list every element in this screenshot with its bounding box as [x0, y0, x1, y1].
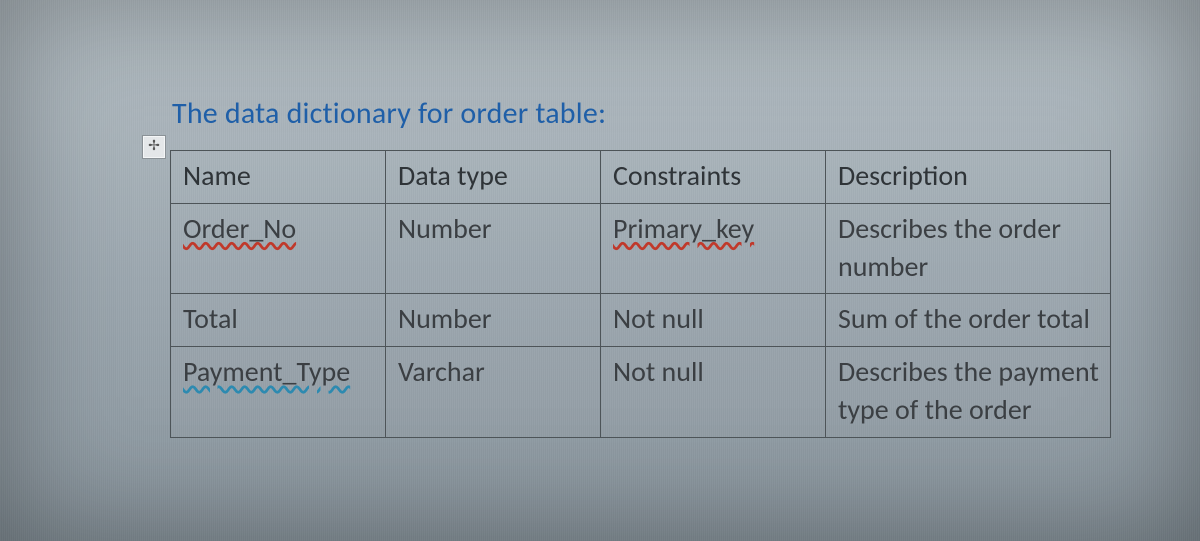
col-header-description: Description: [826, 151, 1111, 204]
cell-constraints: Not null: [601, 347, 826, 438]
cell-name: Total: [171, 294, 386, 347]
cell-name: Payment_Type: [171, 347, 386, 438]
table-row: Order_No Number Primary_key Describes th…: [171, 203, 1111, 294]
grammar-underline: Payment_Type: [183, 354, 350, 389]
col-header-data-type: Data type: [386, 151, 601, 204]
table-anchor-icon[interactable]: ✢: [142, 135, 166, 159]
spellcheck-underline: Order_No: [183, 211, 296, 246]
document-content: The data dictionary for order table: Nam…: [170, 95, 1110, 438]
table-row: Payment_Type Varchar Not null Describes …: [171, 347, 1111, 438]
cell-data-type: Varchar: [386, 347, 601, 438]
table-row: Total Number Not null Sum of the order t…: [171, 294, 1111, 347]
cell-description: Describes the payment type of the order: [826, 347, 1111, 438]
cell-constraints: Not null: [601, 294, 826, 347]
cell-data-type: Number: [386, 294, 601, 347]
page-title: The data dictionary for order table:: [172, 95, 1110, 132]
cell-description: Describes the order number: [826, 203, 1111, 294]
col-header-constraints: Constraints: [601, 151, 826, 204]
cell-constraints: Primary_key: [601, 203, 826, 294]
cell-name: Order_No: [171, 203, 386, 294]
document-page: ✢ The data dictionary for order table: N…: [0, 0, 1200, 541]
spellcheck-underline: Primary_key: [613, 211, 754, 246]
data-dictionary-table: Name Data type Constraints Description O…: [170, 150, 1111, 438]
cell-data-type: Number: [386, 203, 601, 294]
cell-description: Sum of the order total: [826, 294, 1111, 347]
col-header-name: Name: [171, 151, 386, 204]
table-header-row: Name Data type Constraints Description: [171, 151, 1111, 204]
